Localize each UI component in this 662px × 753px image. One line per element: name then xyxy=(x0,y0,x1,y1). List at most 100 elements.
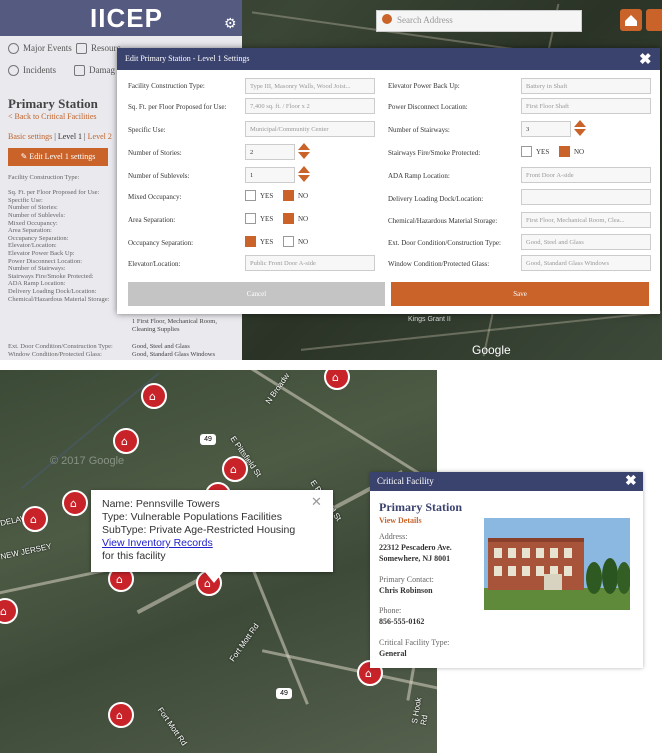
occupancy-separation-yes-checkbox[interactable] xyxy=(245,236,256,247)
tab-separator: | xyxy=(54,132,56,141)
field-label: Number of Stairways: xyxy=(8,265,66,273)
app-logo: IICEP xyxy=(90,3,163,33)
chevron-up-icon[interactable] xyxy=(574,120,586,127)
elevator-location-label: Elevator/Location: xyxy=(128,260,181,268)
back-link[interactable]: < Back to Critical Facilities xyxy=(8,112,97,121)
facility-pin[interactable]: ⌂ xyxy=(141,383,167,409)
close-icon[interactable]: ✖ xyxy=(625,472,637,489)
ext-door-field[interactable]: Good, Steel and Glass xyxy=(521,234,651,250)
facility-pin[interactable]: ⌂ xyxy=(22,506,48,532)
chemical-value-2: Cleaning Supplies xyxy=(132,325,180,333)
elevator-location-field[interactable]: Public Front Door A-side xyxy=(245,255,375,271)
mixed-occupancy-yes-checkbox[interactable] xyxy=(245,190,256,201)
stairways-protected-no-checkbox[interactable] xyxy=(559,146,570,157)
chevron-up-icon[interactable] xyxy=(298,166,310,173)
field-label: Specific Use: xyxy=(8,196,43,204)
no-label: NO xyxy=(298,238,309,246)
address-line1: 22312 Pescadero Ave. xyxy=(379,543,452,552)
house-icon: ⌂ xyxy=(116,709,123,722)
close-icon[interactable]: ✕ xyxy=(311,494,322,510)
field-label: ADA Ramp Location: xyxy=(8,280,66,288)
view-details-link[interactable]: View Details xyxy=(379,516,422,525)
stories-stepper[interactable] xyxy=(297,143,311,159)
facility-pin[interactable]: ⌂ xyxy=(113,428,139,454)
nav-label: Major Events xyxy=(23,43,72,53)
stairways-label: Number of Stairways: xyxy=(388,126,450,134)
menu-button[interactable] xyxy=(646,9,662,31)
save-button[interactable]: Save xyxy=(391,282,649,306)
facility-name: Primary Station xyxy=(379,500,462,514)
ext-door-value: Good, Steel and Glass xyxy=(132,343,190,350)
power-disconnect-field[interactable]: First Floor Shaft xyxy=(521,98,651,114)
contact-value: Chris Robinson xyxy=(379,586,433,595)
edit-level1-label: Edit Level 1 settings xyxy=(29,152,96,161)
loading-dock-label: Delivery Loading Dock/Location: xyxy=(388,195,484,203)
field-label: Elevator/Location: xyxy=(8,242,57,250)
stories-label: Number of Stories: xyxy=(128,149,182,157)
modal-header: Edit Primary Station - Level 1 Settings … xyxy=(117,48,660,70)
no-label: NO xyxy=(298,192,309,200)
facility-pin[interactable]: ⌂ xyxy=(222,456,248,482)
tab-level2[interactable]: Level 2 xyxy=(88,132,112,141)
elevator-backup-field[interactable]: Battery in Shaft xyxy=(521,78,651,94)
chevron-up-icon[interactable] xyxy=(298,143,310,150)
field-label: Chemical/Hazardous Material Storage: xyxy=(8,295,110,303)
chevron-down-icon[interactable] xyxy=(298,175,310,182)
search-placeholder: Search Address xyxy=(397,15,453,25)
nav-major-events[interactable]: Major Events xyxy=(8,43,72,55)
nav-resources[interactable]: Resourc xyxy=(76,43,121,55)
construction-type-field[interactable]: Type III, Masonry Walls, Wood Joist... xyxy=(245,78,375,94)
stairways-protected-yes-checkbox[interactable] xyxy=(521,146,532,157)
stories-field[interactable]: 2 xyxy=(245,144,295,160)
stairways-protected-label: Stairways Fire/Smoke Protected: xyxy=(388,149,481,157)
route-shield: 49 xyxy=(200,434,216,445)
loading-dock-field[interactable] xyxy=(521,189,651,205)
home-button[interactable] xyxy=(620,9,642,31)
facility-pin[interactable]: ⌂ xyxy=(324,370,350,390)
app-header: IICEP ⚙ xyxy=(0,0,242,36)
facility-pin[interactable]: ⌂ xyxy=(108,702,134,728)
critical-facility-card: Critical Facility ✖ Primary Station View… xyxy=(370,472,643,668)
facility-pin[interactable]: ⌂ xyxy=(62,490,88,516)
facility-pin[interactable]: ⌂ xyxy=(0,598,18,624)
power-disconnect-label: Power Disconnect Location: xyxy=(388,103,468,111)
gear-icon[interactable]: ⚙ xyxy=(224,16,237,33)
ada-ramp-label: ADA Ramp Location: xyxy=(388,172,450,180)
window-value: Good, Standard Glass Windows xyxy=(132,351,216,358)
tab-basic[interactable]: Basic settings xyxy=(8,132,52,141)
top-screenshot: Search Address Kings Grant II Google IIC… xyxy=(0,0,662,360)
window-field[interactable]: Good, Standard Glass Windows xyxy=(521,255,651,271)
stairways-stepper[interactable] xyxy=(573,120,587,136)
target-icon xyxy=(8,65,19,77)
nav-damage[interactable]: Damag xyxy=(74,65,115,77)
home-icon xyxy=(625,15,637,26)
cancel-button[interactable]: Cancel xyxy=(128,282,385,306)
view-inventory-link[interactable]: View Inventory Records xyxy=(102,537,213,549)
chevron-down-icon[interactable] xyxy=(574,129,586,136)
specific-use-field[interactable]: Municipal/Community Center xyxy=(245,121,375,137)
road-label: NEW JERSEY xyxy=(0,541,53,562)
field-label: Facility Construction Type: xyxy=(8,174,80,181)
house-icon: ⌂ xyxy=(121,435,128,448)
card-title: Critical Facility xyxy=(377,476,434,486)
tab-level1[interactable]: Level 1 xyxy=(58,132,82,141)
sublevels-field[interactable]: 1 xyxy=(245,167,295,183)
ada-ramp-field[interactable]: Front Door A-side xyxy=(521,167,651,183)
address-line2: Somewhere, NJ 8001 xyxy=(379,554,451,563)
yes-label: YES xyxy=(536,148,550,156)
nav-incidents[interactable]: Incidents xyxy=(8,65,56,77)
chemical-storage-field[interactable]: First Floor, Mechanical Room, Clea... xyxy=(521,212,651,228)
search-input[interactable]: Search Address xyxy=(376,10,582,32)
chevron-down-icon[interactable] xyxy=(298,152,310,159)
sqft-field[interactable]: 7,400 sq. ft. / Floor x 2 xyxy=(245,98,375,114)
area-separation-no-checkbox[interactable] xyxy=(283,213,294,224)
area-separation-yes-checkbox[interactable] xyxy=(245,213,256,224)
search-icon xyxy=(382,14,392,24)
occupancy-separation-no-checkbox[interactable] xyxy=(283,236,294,247)
edit-level1-button[interactable]: ✎ Edit Level 1 settings xyxy=(8,148,108,166)
sublevels-stepper[interactable] xyxy=(297,166,311,182)
mixed-occupancy-no-checkbox[interactable] xyxy=(283,190,294,201)
stairways-field[interactable]: 3 xyxy=(521,121,571,137)
yes-label: YES xyxy=(260,215,274,223)
close-icon[interactable]: ✖ xyxy=(639,50,652,68)
